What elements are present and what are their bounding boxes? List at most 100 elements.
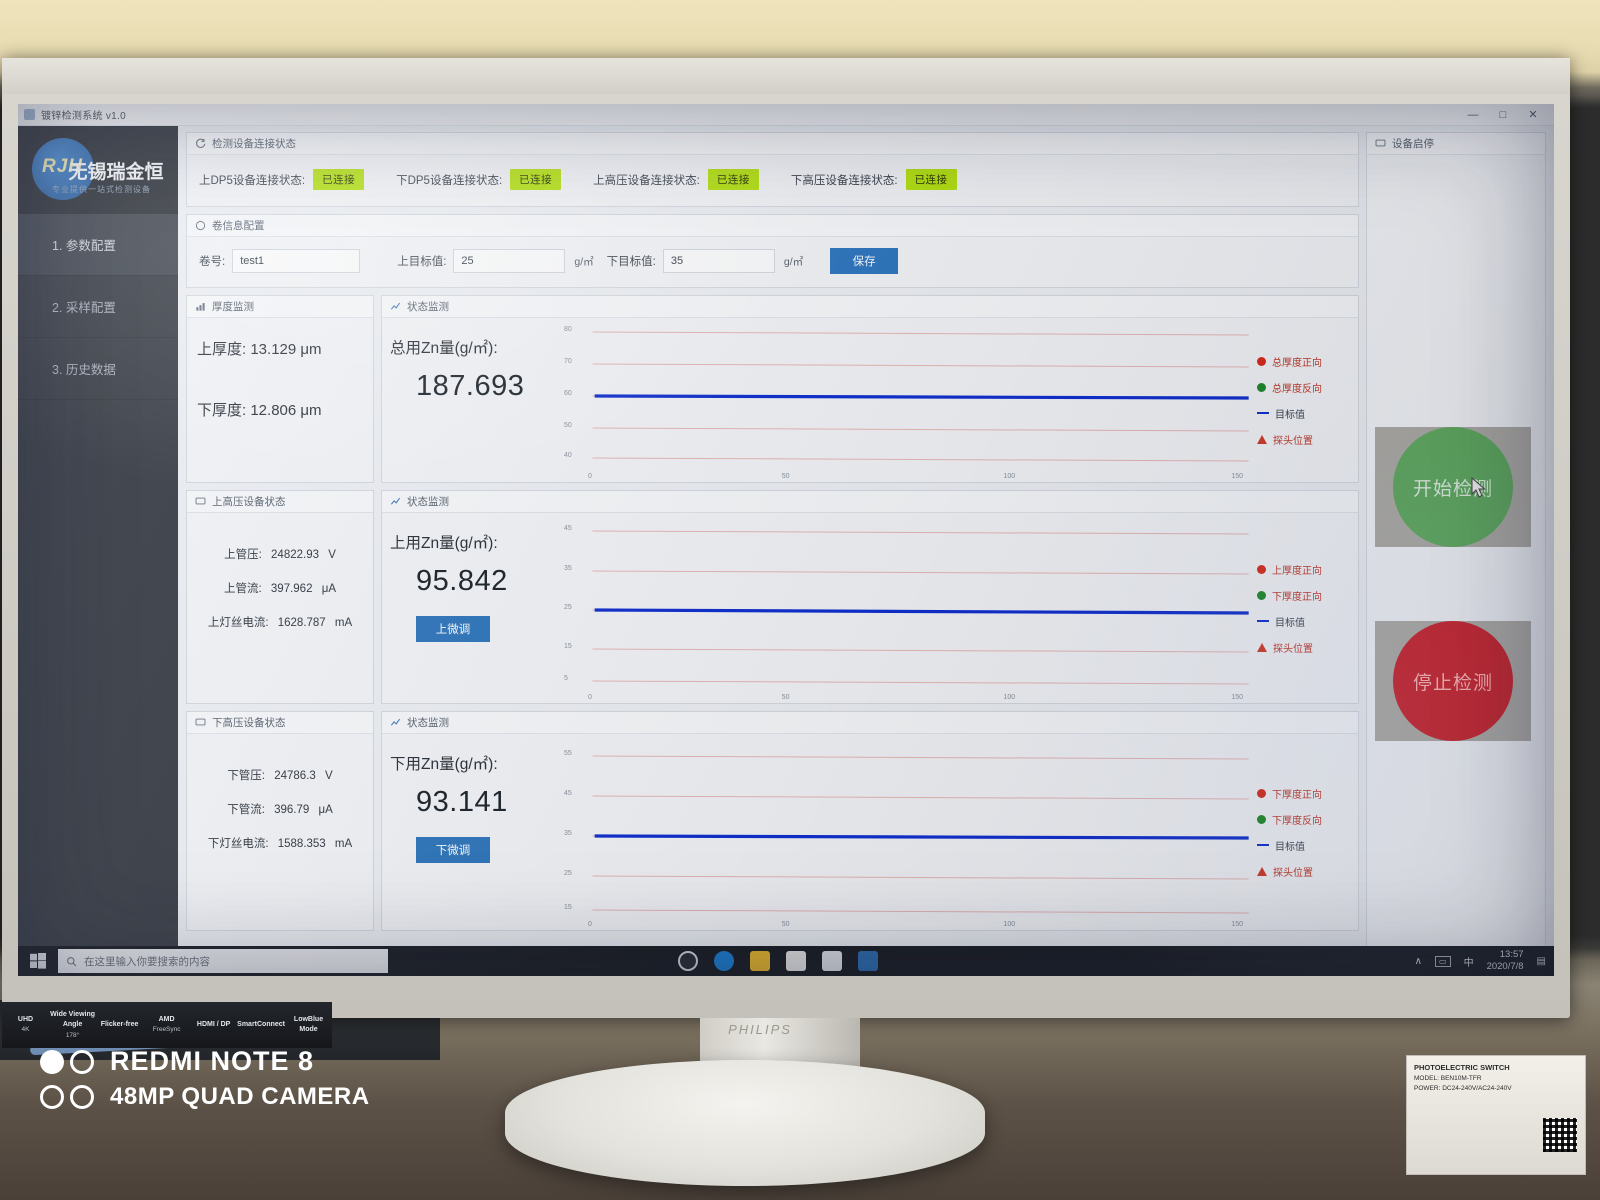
start-detection-button[interactable]: 开始检测	[1375, 427, 1531, 547]
legend-item: 上厚度正向	[1257, 562, 1358, 577]
ytick-50: 50	[564, 422, 572, 429]
legend-label: 总厚度反向	[1272, 383, 1322, 395]
sidebar-item-sampling-config[interactable]: 2. 采样配置	[18, 276, 178, 338]
start-button-circle: 开始检测	[1393, 427, 1513, 547]
status-badge: 已连接	[905, 169, 957, 190]
chart-panel-title: 状态监测	[407, 301, 449, 313]
lower-target-input[interactable]: 35	[662, 249, 775, 273]
clock[interactable]: 13:57 2020/7/8	[1487, 949, 1524, 973]
upper-tune-button[interactable]: 上微调	[416, 616, 490, 642]
tray-chevron-icon[interactable]: ∧	[1415, 956, 1422, 967]
app-icon[interactable]	[858, 951, 878, 971]
sticker-model-value: BEN10M-TFR	[1440, 1075, 1482, 1082]
stop-detection-button[interactable]: 停止检测	[1375, 621, 1531, 741]
save-button[interactable]: 保存	[830, 248, 899, 274]
sidebar-filler	[18, 400, 178, 976]
monitor-row-upper: 上高压设备状态 上管压: 24822.93 V 上管流: 397.962 μA …	[186, 490, 1359, 711]
spec-cell: SmartConnect	[237, 1020, 285, 1031]
store-icon[interactable]	[786, 951, 806, 971]
cortana-icon[interactable]	[678, 951, 698, 971]
connection-panel-header: 检测设备连接状态	[187, 133, 1358, 155]
spec-cell: AMD FreeSync	[143, 1015, 190, 1035]
status-badge: 已连接	[707, 169, 759, 190]
legend-item: 总厚度正向	[1257, 354, 1358, 369]
edge-icon[interactable]	[714, 951, 734, 971]
row-label: 上管压:	[224, 549, 262, 561]
ytick-15: 15	[564, 643, 572, 650]
roll-config-header: 卷信息配置	[187, 215, 1358, 237]
spec-cell: Wide Viewing Angle 178°	[49, 1010, 96, 1041]
bar-chart-icon	[196, 303, 205, 311]
chart-panel-header: 状态监测	[382, 296, 1358, 318]
upper-hv-panel: 上高压设备状态 上管压: 24822.93 V 上管流: 397.962 μA …	[186, 490, 374, 704]
search-placeholder: 在这里输入你要搜索的内容	[84, 955, 210, 968]
lower-thickness-unit: μm	[300, 402, 322, 419]
clock-icon	[195, 220, 206, 231]
lower-tune-button[interactable]: 下微调	[416, 837, 490, 863]
legend-dot-icon	[1257, 382, 1266, 392]
legend-dot-icon	[1257, 564, 1266, 574]
lower-zn-value: 93.141	[416, 786, 508, 818]
ime-indicator[interactable]: 中	[1464, 954, 1474, 969]
chart-legend-upper: 上厚度正向 下厚度正向 目标值 探头位置	[1253, 513, 1358, 703]
ytick-45: 45	[564, 525, 572, 532]
status-chart-panel-upper: 状态监测 上用Zn量(g/㎡): 95.842 上微调 45 35 25 15 …	[381, 490, 1359, 704]
legend-item: 总厚度反向	[1257, 380, 1358, 395]
upper-target-label: 上目标值:	[397, 256, 447, 268]
taskbar-search-input[interactable]: 在这里输入你要搜索的内容	[58, 949, 388, 973]
sidebar-item-parameter-config[interactable]: 1. 参数配置	[18, 214, 178, 276]
chart-readout-lower: 下用Zn量(g/㎡): 93.141 下微调	[382, 734, 560, 930]
search-icon	[67, 956, 77, 966]
xtick-0: 0	[588, 473, 592, 480]
xtick-0: 0	[588, 921, 592, 928]
thickness-panel-header: 厚度监测	[187, 296, 373, 318]
stop-button-circle: 停止检测	[1393, 621, 1513, 741]
upper-filament-current-row: 上灯丝电流: 1628.787 mA	[187, 605, 373, 639]
legend-item: 目标值	[1257, 838, 1358, 853]
notification-icon[interactable]: ▤	[1537, 956, 1546, 967]
file-explorer-icon[interactable]	[750, 951, 770, 971]
minimize-button[interactable]: —	[1458, 109, 1488, 121]
watermark-brand: REDMI NOTE 8	[110, 1046, 315, 1076]
ytick-70: 70	[564, 358, 572, 365]
ytick-35: 35	[564, 830, 572, 837]
plot-area-total: 80 70 60 50 40 0 50 100 150	[560, 318, 1253, 482]
upper-thickness-unit: μm	[300, 341, 322, 358]
clock-time: 13:57	[1499, 949, 1524, 961]
sticker-model-label: MODEL:	[1414, 1075, 1439, 1082]
logo-company-name: 无锡瑞金恒	[68, 161, 164, 183]
target-line	[594, 394, 1249, 400]
maximize-button[interactable]: □	[1488, 109, 1518, 121]
control-panel-title: 设备启停	[1392, 138, 1434, 150]
legend-item: 目标值	[1257, 614, 1358, 629]
start-button[interactable]	[18, 946, 58, 976]
ytick-15: 15	[564, 904, 572, 911]
ytick-60: 60	[564, 390, 572, 397]
close-button[interactable]: ✕	[1518, 108, 1548, 121]
lower-target-label: 下目标值:	[606, 256, 656, 268]
monitor-icon	[195, 718, 206, 726]
spec-title: HDMI / DP	[196, 1020, 231, 1028]
windows-taskbar: 在这里输入你要搜索的内容 ∧ ▭ 中 13:57 2020/7/8 ▤	[18, 946, 1554, 976]
xtick-150: 150	[1231, 921, 1243, 928]
row-label: 下管流:	[227, 804, 265, 816]
chart-inner-upper: 上用Zn量(g/㎡): 95.842 上微调 45 35 25 15 5 0 5…	[382, 513, 1358, 703]
plot-svg-total	[592, 331, 1249, 462]
legend-label: 探头位置	[1273, 867, 1313, 879]
legend-dot-icon	[1257, 356, 1266, 366]
chart-legend-lower: 下厚度正向 下厚度反向 目标值 探头位置	[1253, 734, 1358, 930]
taskbar-pinned-icons	[678, 951, 878, 971]
row-label: 下灯丝电流:	[207, 838, 269, 850]
sidebar-item-history-data[interactable]: 3. 历史数据	[18, 338, 178, 400]
lower-hv-title: 下高压设备状态	[212, 717, 286, 729]
spec-cell: HDMI / DP	[190, 1020, 237, 1031]
upper-target-input[interactable]: 25	[453, 249, 566, 273]
battery-icon[interactable]: ▭	[1435, 955, 1451, 967]
sticker-power-value: DC24-240V/AC24-240V	[1442, 1085, 1512, 1093]
total-zn-value: 187.693	[416, 370, 525, 402]
connection-label: 上DP5设备连接状态:	[199, 174, 306, 187]
row-unit: mA	[334, 838, 353, 850]
control-column: 设备启停 开始检测 停止检测	[1366, 132, 1546, 976]
mail-icon[interactable]	[822, 951, 842, 971]
roll-no-input[interactable]: test1	[232, 249, 361, 273]
